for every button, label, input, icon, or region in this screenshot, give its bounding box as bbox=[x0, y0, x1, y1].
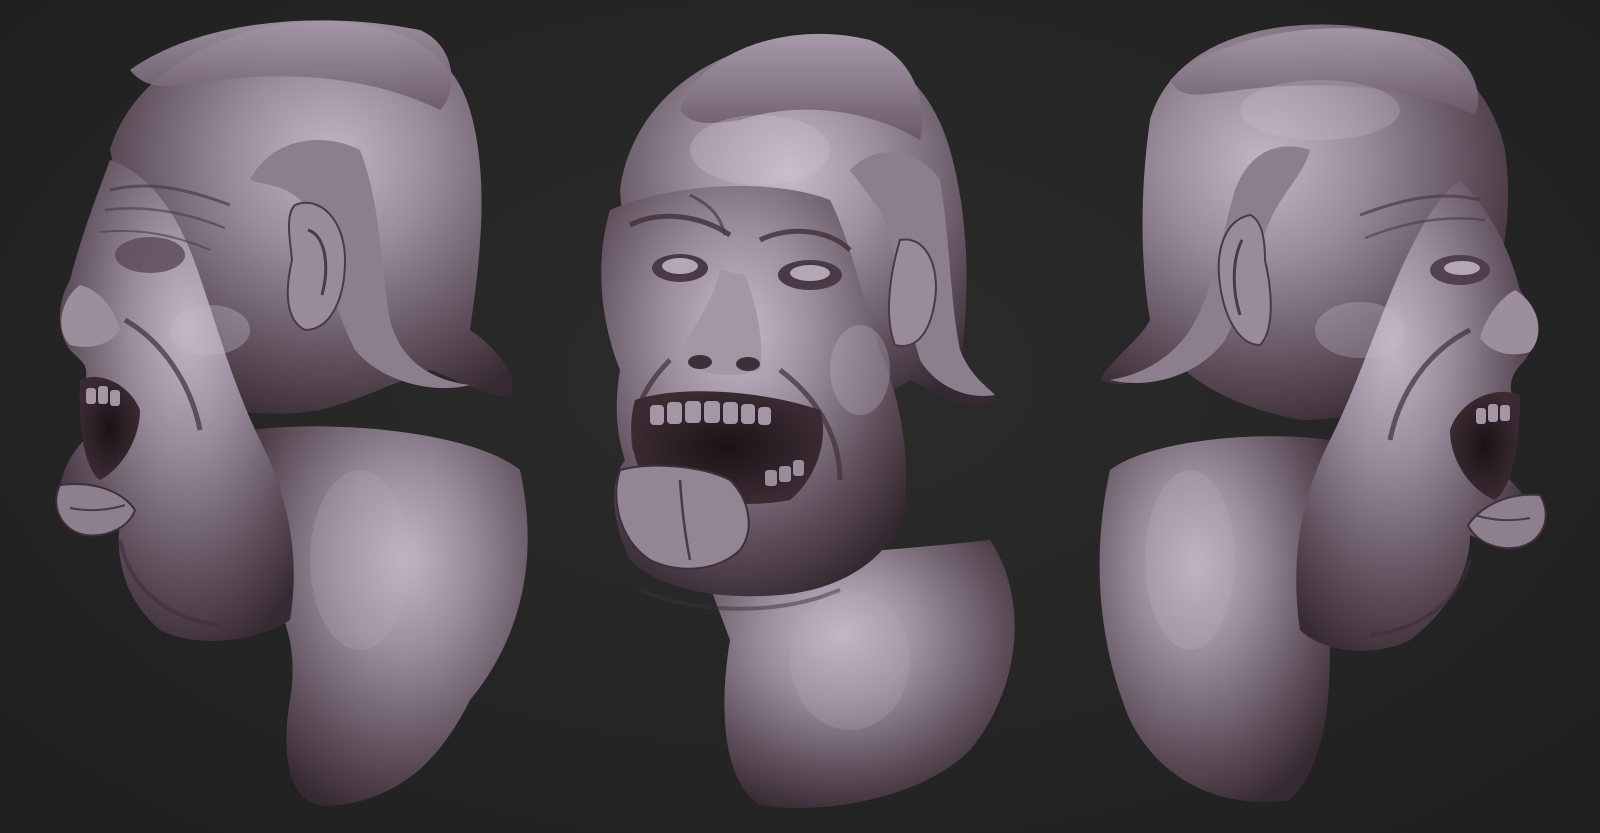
viewport bbox=[0, 0, 1600, 833]
head-three-quarter-front bbox=[601, 33, 1015, 808]
sculpt-render bbox=[55, 20, 1547, 808]
head-left-profile bbox=[55, 20, 528, 807]
head-right-profile bbox=[1099, 24, 1547, 802]
